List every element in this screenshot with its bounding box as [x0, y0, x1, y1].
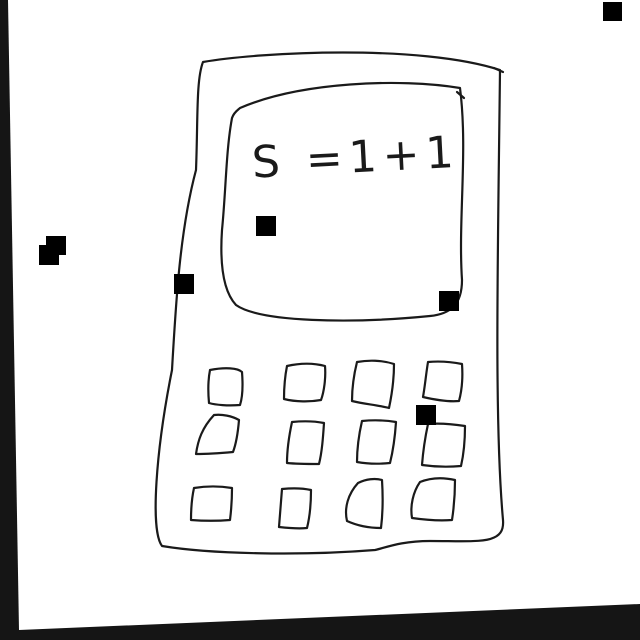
paper-sheet: [8, 0, 640, 630]
black-marker: [439, 291, 459, 311]
black-marker: [416, 405, 436, 425]
black-marker: [603, 2, 622, 21]
black-marker: [174, 274, 194, 294]
display-expression: S =1+1: [251, 127, 461, 189]
drawing-canvas: S =1+1: [0, 0, 640, 640]
black-marker: [39, 245, 59, 265]
black-marker: [256, 216, 276, 236]
sketch-scene: S =1+1: [8, 0, 640, 630]
